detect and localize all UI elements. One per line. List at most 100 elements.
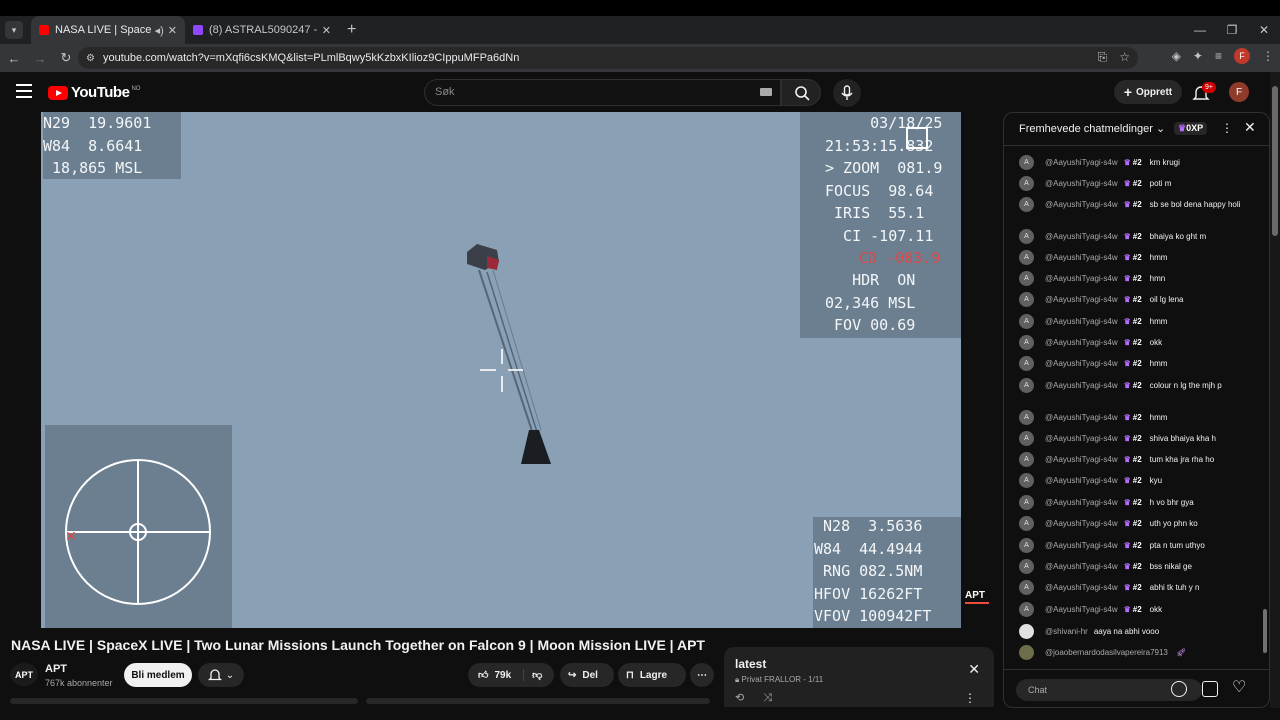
chat-author-name[interactable]: @AayushiTyagi-s4w: [1045, 338, 1118, 347]
page-scrollbar[interactable]: [1270, 72, 1280, 708]
keyboard-icon[interactable]: [760, 88, 772, 96]
playlist-title[interactable]: latest: [735, 657, 766, 671]
search-button[interactable]: [781, 79, 821, 106]
chat-author-name[interactable]: @AayushiTyagi-s4w: [1045, 583, 1118, 592]
chat-author-avatar[interactable]: A: [1019, 580, 1034, 595]
chat-author-avatar[interactable]: A: [1019, 516, 1034, 531]
chat-author-avatar[interactable]: A: [1019, 155, 1034, 170]
chat-author-avatar[interactable]: A: [1019, 314, 1034, 329]
shuffle-icon[interactable]: ⤨: [763, 692, 780, 704]
chat-author-avatar[interactable]: A: [1019, 452, 1034, 467]
chat-author-name[interactable]: @AayushiTyagi-s4w: [1045, 562, 1118, 571]
chat-author-avatar[interactable]: A: [1019, 410, 1034, 425]
thumbs-up-icon[interactable]: 👍︎: [478, 669, 488, 681]
close-window-icon[interactable]: ✕: [1248, 16, 1280, 44]
chat-author-avatar[interactable]: A: [1019, 229, 1034, 244]
chat-author-avatar[interactable]: [1019, 624, 1034, 639]
address-bar[interactable]: ⚙ youtube.com/watch?v=mXqfi6csKMQ&list=P…: [78, 47, 1138, 69]
channel-name[interactable]: APT: [45, 663, 67, 675]
audio-icon[interactable]: ◂): [155, 24, 164, 37]
chat-author-name[interactable]: @AayushiTyagi-s4w: [1045, 413, 1118, 422]
chat-author-avatar[interactable]: A: [1019, 335, 1034, 350]
share-button[interactable]: ↪ Del: [560, 663, 614, 687]
chat-author-avatar[interactable]: A: [1019, 271, 1034, 286]
install-app-icon[interactable]: ⎘: [1098, 50, 1108, 65]
chat-author-avatar[interactable]: A: [1019, 197, 1034, 212]
browser-tab-twitch[interactable]: (8) ASTRAL5090247 - Twitch ✕: [185, 16, 339, 44]
chat-author-name[interactable]: @AayushiTyagi-s4w: [1045, 179, 1118, 188]
chat-author-name[interactable]: @AayushiTyagi-s4w: [1045, 253, 1118, 262]
video-player[interactable]: N29 19.9601 W84 8.6641 18,865 MSL 03/18/…: [41, 112, 961, 628]
close-chat-icon[interactable]: ✕: [1244, 119, 1256, 136]
chat-author-name[interactable]: @AayushiTyagi-s4w: [1045, 359, 1118, 368]
site-info-icon[interactable]: ⚙: [86, 53, 95, 64]
chat-author-avatar[interactable]: A: [1019, 538, 1034, 553]
bookmark-star-icon[interactable]: ☆: [1119, 50, 1130, 65]
heart-icon[interactable]: ♡: [1232, 677, 1246, 697]
chat-author-avatar[interactable]: A: [1019, 378, 1034, 393]
chat-author-name[interactable]: @AayushiTyagi-s4w: [1045, 519, 1118, 528]
search-input[interactable]: Søk: [424, 79, 781, 106]
thumbs-down-icon[interactable]: 👎︎: [523, 669, 542, 681]
channel-avatar[interactable]: APT: [10, 663, 38, 686]
voice-search-button[interactable]: [833, 79, 861, 107]
chat-author-name[interactable]: @AayushiTyagi-s4w: [1045, 381, 1118, 390]
chat-author-avatar[interactable]: A: [1019, 559, 1034, 574]
chat-menu-icon[interactable]: ⋮: [1221, 121, 1233, 135]
chat-author-name[interactable]: @AayushiTyagi-s4w: [1045, 232, 1118, 241]
chat-author-avatar[interactable]: A: [1019, 356, 1034, 371]
tab-search-button[interactable]: ▾: [5, 21, 23, 39]
chat-author-name[interactable]: @shivani-hr: [1045, 627, 1088, 636]
chat-author-name[interactable]: @AayushiTyagi-s4w: [1045, 605, 1118, 614]
chat-scrollbar[interactable]: [1262, 149, 1268, 665]
join-button[interactable]: Bli medlem: [124, 663, 192, 687]
chat-author-avatar[interactable]: A: [1019, 495, 1034, 510]
chat-author-name[interactable]: @AayushiTyagi-s4w: [1045, 200, 1118, 209]
menu-dots-icon[interactable]: ⋮: [1262, 49, 1274, 63]
youtube-logo[interactable]: YouTube NO: [48, 84, 140, 101]
maximize-icon[interactable]: ❐: [1216, 16, 1248, 44]
chat-author-avatar[interactable]: A: [1019, 602, 1034, 617]
minimize-icon[interactable]: —: [1184, 16, 1216, 44]
close-playlist-icon[interactable]: ✕: [968, 661, 980, 678]
xp-badge[interactable]: ♛0XP: [1174, 122, 1208, 135]
more-actions-button[interactable]: ⋯: [690, 663, 714, 687]
create-button[interactable]: + Opprett: [1114, 80, 1182, 104]
loop-icon[interactable]: ⟲: [735, 692, 752, 704]
close-tab-icon[interactable]: ✕: [168, 24, 177, 37]
close-tab-icon[interactable]: ✕: [322, 24, 331, 37]
chat-author-name[interactable]: @AayushiTyagi-s4w: [1045, 498, 1118, 507]
hamburger-menu-icon[interactable]: [16, 84, 32, 98]
account-avatar[interactable]: F: [1229, 82, 1249, 102]
browser-tab-youtube[interactable]: NASA LIVE | SpaceX LIVE | Tw ◂) ✕: [31, 16, 185, 44]
playlist-menu-icon[interactable]: ⋮: [964, 691, 976, 705]
save-button[interactable]: ⊓ Lagre: [618, 663, 686, 687]
subscription-bell-button[interactable]: ⌄: [198, 663, 244, 687]
chat-author-avatar[interactable]: A: [1019, 250, 1034, 265]
chat-author-avatar[interactable]: A: [1019, 176, 1034, 191]
back-icon[interactable]: ←: [2, 51, 26, 66]
reload-icon[interactable]: ↻: [54, 50, 78, 66]
chat-author-avatar[interactable]: [1019, 645, 1034, 660]
chat-author-name[interactable]: @AayushiTyagi-s4w: [1045, 541, 1118, 550]
like-count[interactable]: 79k: [494, 670, 511, 681]
chat-author-name[interactable]: @AayushiTyagi-s4w: [1045, 274, 1118, 283]
chat-author-avatar[interactable]: A: [1019, 473, 1034, 488]
extensions-puzzle-icon[interactable]: ✦: [1193, 49, 1203, 63]
chat-author-name[interactable]: @AayushiTyagi-s4w: [1045, 295, 1118, 304]
new-tab-icon[interactable]: +: [347, 21, 356, 39]
chat-author-name[interactable]: @AayushiTyagi-s4w: [1045, 455, 1118, 464]
chat-author-name[interactable]: @AayushiTyagi-s4w: [1045, 434, 1118, 443]
chat-author-name[interactable]: @joaobernardodasilvapereira7913: [1045, 648, 1168, 657]
chat-author-name[interactable]: @AayushiTyagi-s4w: [1045, 476, 1118, 485]
media-control-icon[interactable]: ≡: [1215, 49, 1222, 63]
super-chat-icon[interactable]: [1202, 681, 1218, 697]
chat-author-avatar[interactable]: A: [1019, 292, 1034, 307]
forward-icon[interactable]: →: [28, 51, 52, 66]
chat-author-name[interactable]: @AayushiTyagi-s4w: [1045, 158, 1118, 167]
emoji-icon[interactable]: [1171, 681, 1187, 697]
chat-mode-selector[interactable]: Fremhevede chatmeldinger ⌄: [1019, 122, 1165, 135]
extension-icon[interactable]: ◈: [1172, 49, 1181, 63]
profile-icon[interactable]: F: [1234, 48, 1250, 64]
chat-author-name[interactable]: @AayushiTyagi-s4w: [1045, 317, 1118, 326]
